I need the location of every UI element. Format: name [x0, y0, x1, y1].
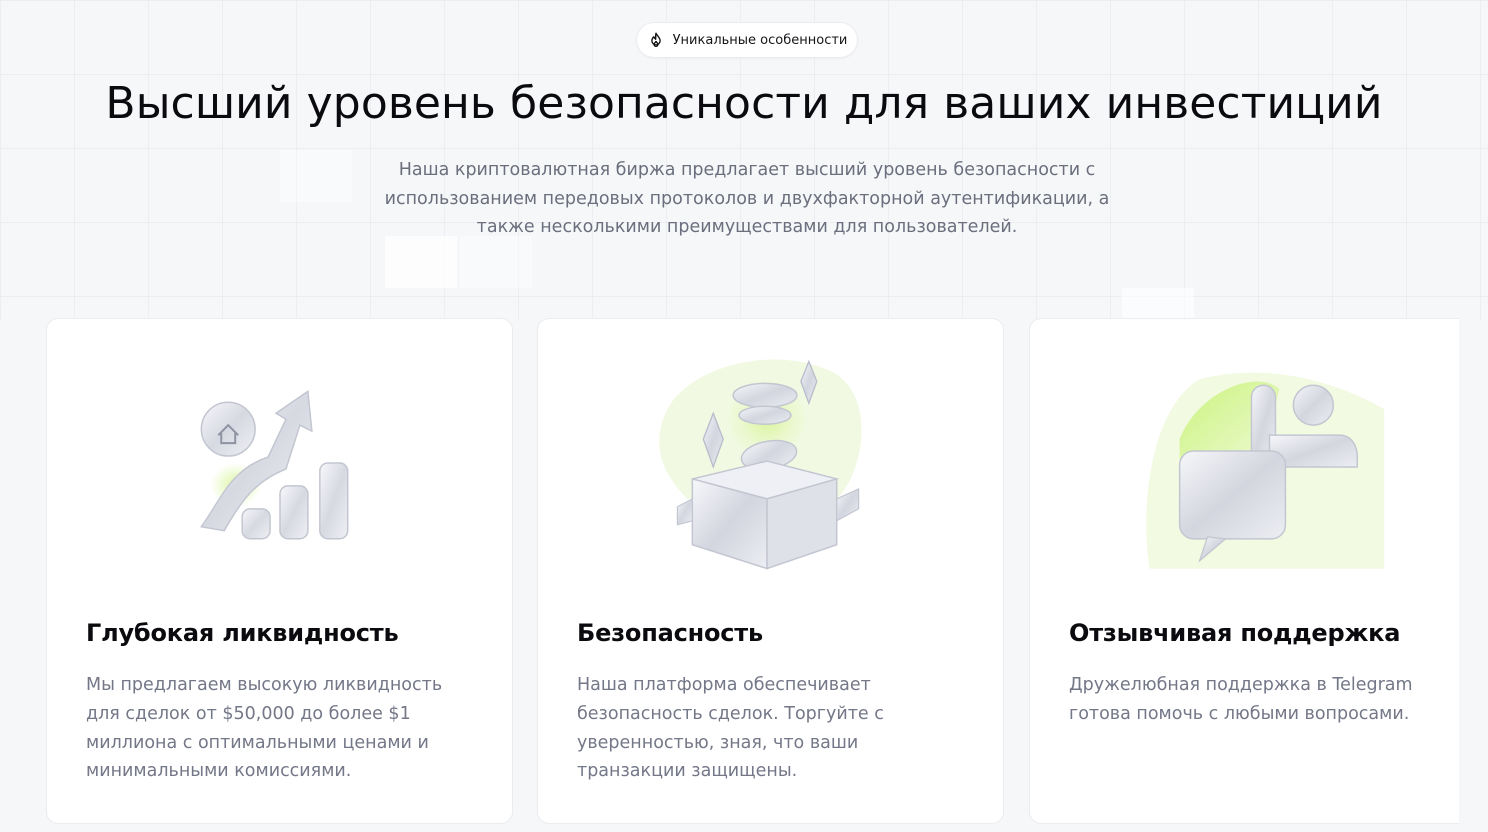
feature-description: Мы предлагаем высокую ликвидность для сд…: [86, 675, 443, 782]
section-badge: Уникальные особенности: [636, 22, 858, 58]
flame-icon: [650, 32, 661, 48]
feature-card-support: Отзывчивая поддержка Дружелюбная поддерж…: [1029, 318, 1459, 824]
support-chat-icon: [1146, 372, 1385, 569]
feature-title: Отзывчивая поддержка: [1069, 619, 1401, 647]
security-box-icon: [659, 359, 862, 570]
feature-card-liquidity: Глубокая ликвидность Мы предлагаем высок…: [46, 318, 513, 824]
page-subtitle: Наша криптовалютная биржа предлагает выс…: [384, 160, 1110, 238]
section-badge-label: Уникальные особенности: [672, 32, 848, 48]
feature-title: Безопасность: [577, 619, 763, 647]
feature-title: Глубокая ликвидность: [86, 619, 399, 647]
page-title: Высший уровень безопасности для ваших ин…: [105, 78, 1383, 129]
feature-description: Наша платформа обеспечивает безопасность…: [577, 675, 884, 782]
feature-card-security: Безопасность Наша платформа обеспечивает…: [537, 318, 1004, 824]
growth-chart-icon: [200, 390, 349, 540]
feature-description: Дружелюбная поддержка в Telegram готова …: [1069, 675, 1413, 724]
